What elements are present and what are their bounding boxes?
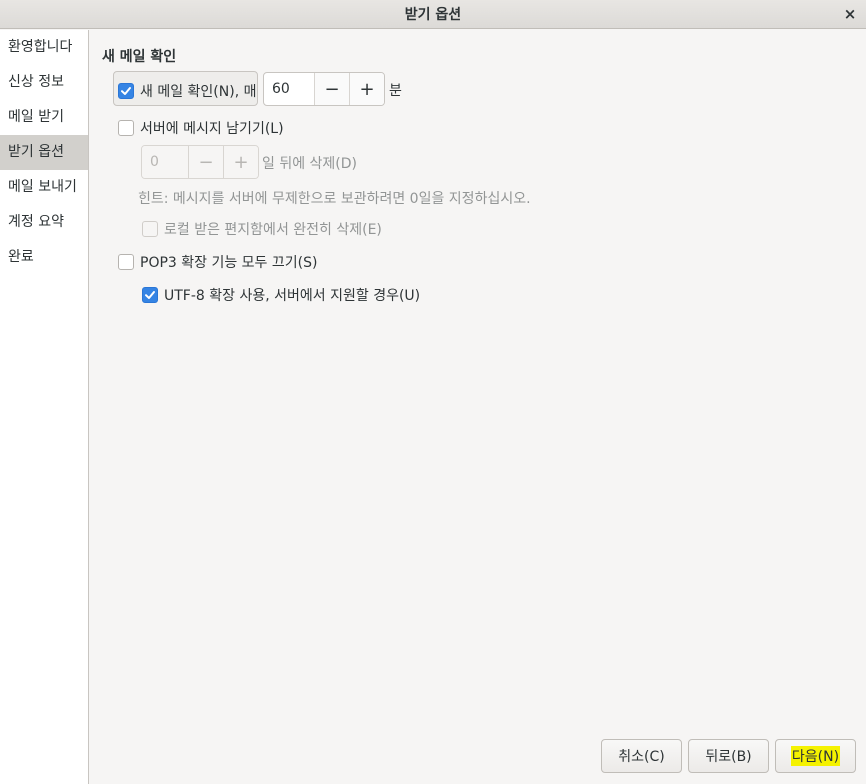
disable-pop3-ext-row[interactable]: POP3 확장 기능 모두 끄기(S) — [118, 252, 317, 272]
sidebar-item-identity[interactable]: 신상 정보 — [0, 65, 88, 100]
interval-minus-button[interactable]: − — [314, 73, 349, 105]
delete-after-unit: 일 뒤에 삭제(D) — [262, 156, 358, 172]
sidebar-item-receiving[interactable]: 메일 받기 — [0, 100, 88, 135]
next-button[interactable]: 다음(N) — [775, 739, 856, 773]
sidebar-item-sending[interactable]: 메일 보내기 — [0, 170, 88, 205]
check-new-mail-row[interactable]: 새 메일 확인(N), 매 — [118, 81, 256, 101]
utf8-row[interactable]: UTF-8 확장 사용, 서버에서 지원할 경우(U) — [142, 285, 420, 305]
leave-on-server-checkbox[interactable] — [118, 120, 134, 136]
delete-local-row[interactable]: 로컬 받은 편지함에서 완전히 삭제(E) — [142, 219, 382, 239]
main-panel: 새 메일 확인 새 메일 확인(N), 매 60 − + 분 서버에 메시지 남… — [90, 30, 866, 784]
delete-local-label: 로컬 받은 편지함에서 완전히 삭제(E) — [164, 222, 382, 238]
sidebar-item-receiving-options[interactable]: 받기 옵션 — [0, 135, 88, 170]
utf8-label: UTF-8 확장 사용, 서버에서 지원할 경우(U) — [164, 288, 421, 304]
delete-after-spinbutton[interactable]: 0 − + — [141, 145, 259, 179]
disable-pop3-ext-label: POP3 확장 기능 모두 끄기(S) — [140, 255, 318, 271]
check-new-mail-checkbox[interactable] — [118, 83, 134, 99]
disable-pop3-ext-checkbox[interactable] — [118, 254, 134, 270]
sidebar: 환영합니다 신상 정보 메일 받기 받기 옵션 메일 보내기 계정 요약 완료 — [0, 30, 89, 784]
leave-on-server-label: 서버에 메시지 남기기(L) — [140, 121, 284, 137]
checkmark-icon — [145, 291, 155, 299]
delete-after-plus-button[interactable]: + — [223, 146, 258, 178]
sidebar-item-summary[interactable]: 계정 요약 — [0, 205, 88, 240]
interval-plus-button[interactable]: + — [349, 73, 384, 105]
next-button-label: 다음(N) — [790, 746, 841, 766]
retention-hint: 힌트: 메시지를 서버에 무제한으로 보관하려면 0일을 지정하십시오. — [138, 191, 531, 207]
delete-after-minus-button[interactable]: − — [188, 146, 223, 178]
section-title: 새 메일 확인 — [102, 49, 177, 65]
interval-unit: 분 — [389, 83, 402, 99]
utf8-checkbox[interactable] — [142, 287, 158, 303]
window-title: 받기 옵션 — [404, 7, 462, 23]
check-new-mail-label: 새 메일 확인(N), 매 — [140, 84, 257, 100]
sidebar-item-welcome[interactable]: 환영합니다 — [0, 30, 88, 65]
leave-on-server-row[interactable]: 서버에 메시지 남기기(L) — [118, 118, 284, 138]
interval-spinbutton[interactable]: 60 − + — [263, 72, 385, 106]
cancel-button-label: 취소(C) — [618, 749, 665, 765]
back-button[interactable]: 뒤로(B) — [688, 739, 769, 773]
delete-local-checkbox[interactable] — [142, 221, 158, 237]
checkmark-icon — [121, 87, 131, 95]
delete-after-value[interactable]: 0 — [142, 146, 188, 178]
interval-value[interactable]: 60 — [264, 73, 314, 105]
cancel-button[interactable]: 취소(C) — [601, 739, 682, 773]
back-button-label: 뒤로(B) — [705, 749, 752, 765]
sidebar-item-done[interactable]: 완료 — [0, 240, 88, 275]
close-icon[interactable]: × — [840, 4, 860, 24]
title-bar: 받기 옵션 × — [0, 0, 866, 29]
